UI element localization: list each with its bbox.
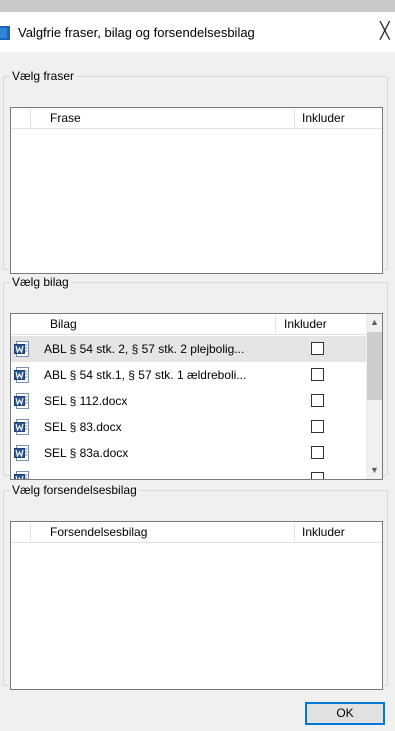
bilag-name: ABL § 54 stk.1, § 57 stk. 1 ældreboli... xyxy=(44,368,247,382)
window-title: Valgfrie fraser, bilag og forsendelsesbi… xyxy=(18,25,255,40)
word-document-icon xyxy=(14,419,30,435)
bilag-list[interactable]: Bilag Inkluder ABL § 54 stk. 2, § 57 stk… xyxy=(10,313,383,480)
word-document-icon xyxy=(14,367,30,383)
table-row[interactable]: SEL § 83.docx xyxy=(11,414,366,440)
include-checkbox[interactable] xyxy=(311,420,324,433)
fraser-list[interactable]: Frase Inkluder xyxy=(10,107,383,274)
group-bilag-legend: Vælg bilag xyxy=(12,275,69,289)
bilag-header: Bilag Inkluder xyxy=(11,314,366,335)
bilag-name: SEL § 83a.docx xyxy=(44,446,129,460)
table-row[interactable]: ABL § 54 stk.1, § 57 stk. 1 ældreboli... xyxy=(11,362,366,388)
forsendelse-col-include[interactable]: Inkluder xyxy=(302,522,345,542)
bilag-col-include[interactable]: Inkluder xyxy=(284,314,327,334)
forsendelse-header: Forsendelsesbilag Inkluder xyxy=(11,522,382,543)
close-button[interactable]: ╳ xyxy=(380,20,395,44)
group-bilag: Vælg bilag Bilag Inkluder ABL § 54 stk. … xyxy=(3,275,388,480)
ok-button[interactable]: OK xyxy=(305,702,385,725)
word-document-icon xyxy=(14,341,30,357)
forsendelse-list[interactable]: Forsendelsesbilag Inkluder xyxy=(10,521,383,690)
include-checkbox[interactable] xyxy=(311,446,324,459)
scroll-down-button[interactable]: ▼ xyxy=(366,462,382,479)
bilag-name: ABL § 54 stk. 2, § 57 stk. 2 plejbolig..… xyxy=(44,342,245,356)
scroll-up-button[interactable]: ▲ xyxy=(366,314,382,331)
group-forsendelse-legend: Vælg forsendelsesbilag xyxy=(12,483,137,497)
fraser-col-name[interactable]: Frase xyxy=(50,108,81,128)
header-separator xyxy=(30,109,31,127)
bilag-name: SEL § 83.docx xyxy=(44,420,122,434)
header-separator xyxy=(275,315,276,333)
bilag-name: SEL § 112.docx xyxy=(44,394,128,408)
include-checkbox[interactable] xyxy=(311,394,324,407)
fraser-header: Frase Inkluder xyxy=(11,108,382,129)
header-separator xyxy=(294,523,295,541)
include-checkbox[interactable] xyxy=(311,342,324,355)
close-icon: ╳ xyxy=(380,23,390,40)
group-fraser-legend: Vælg fraser xyxy=(12,69,75,83)
bilag-col-name[interactable]: Bilag xyxy=(50,314,77,334)
include-checkbox[interactable] xyxy=(311,368,324,381)
table-row[interactable]: ABL § 54 stk. 2, § 57 stk. 2 plejbolig..… xyxy=(11,336,366,362)
word-document-icon xyxy=(14,471,30,479)
title-bar[interactable]: Valgfrie fraser, bilag og forsendelsesbi… xyxy=(0,12,395,52)
bilag-scrollbar[interactable]: ▲ ▼ xyxy=(366,314,382,479)
table-row[interactable]: SEL § 83a.docx xyxy=(11,440,366,466)
header-separator xyxy=(30,523,31,541)
chevron-up-icon: ▲ xyxy=(370,317,379,327)
app-window-icon xyxy=(0,26,10,40)
table-row[interactable] xyxy=(11,466,366,479)
group-forsendelse: Vælg forsendelsesbilag Forsendelsesbilag… xyxy=(3,483,388,690)
header-separator xyxy=(294,109,295,127)
word-document-icon xyxy=(14,445,30,461)
word-document-icon xyxy=(14,393,30,409)
fraser-col-include[interactable]: Inkluder xyxy=(302,108,345,128)
table-row[interactable]: SEL § 112.docx xyxy=(11,388,366,414)
scroll-thumb[interactable] xyxy=(367,332,382,400)
forsendelse-col-name[interactable]: Forsendelsesbilag xyxy=(50,522,147,542)
group-fraser: Vælg fraser Frase Inkluder xyxy=(3,69,388,274)
window-top-edge xyxy=(0,0,395,12)
include-checkbox[interactable] xyxy=(311,472,324,479)
chevron-down-icon: ▼ xyxy=(370,465,379,475)
dialog-content: Vælg fraser Frase Inkluder Vælg bilag Bi… xyxy=(0,52,395,731)
